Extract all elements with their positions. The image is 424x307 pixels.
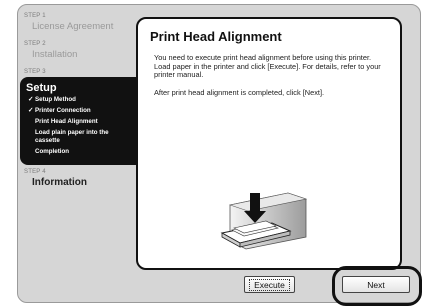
execute-button[interactable]: Execute xyxy=(244,276,295,293)
step-item-printer-connection: ✓ Printer Connection xyxy=(26,107,132,115)
check-icon: ✓ xyxy=(28,96,34,103)
content-panel: Print Head Alignment You need to execute… xyxy=(136,17,402,270)
next-instruction-text: After print head alignment is completed,… xyxy=(154,87,325,97)
next-button[interactable]: Next xyxy=(342,276,410,293)
step4-heading: STEP 4 xyxy=(24,169,46,175)
step-item-print-head-alignment: Print Head Alignment xyxy=(35,118,98,125)
instruction-text: You need to execute print head alignment… xyxy=(154,53,381,80)
step2-label: Installation xyxy=(32,49,78,60)
printer-paper-insert-icon xyxy=(220,192,308,250)
execute-button-label: Execute xyxy=(249,278,290,291)
step3-heading: STEP 3 xyxy=(24,69,46,75)
setup-title: Setup xyxy=(26,82,57,94)
installer-window: STEP 1 License Agreement STEP 2 Installa… xyxy=(17,4,422,306)
step2-heading: STEP 2 xyxy=(24,41,46,47)
step-item-label: Printer Connection xyxy=(35,107,91,114)
step-item-load-paper: Load plain paper into the cassette xyxy=(35,129,109,144)
step1-label: License Agreement xyxy=(32,21,114,32)
page-title: Print Head Alignment xyxy=(150,29,282,44)
check-icon: ✓ xyxy=(28,107,34,114)
setup-step-panel: Setup ✓ Setup Method ✓ Printer Connection … xyxy=(20,77,140,165)
step-item-completion: Completion xyxy=(35,148,70,155)
step-item-setup-method: ✓ Setup Method xyxy=(26,96,132,104)
step4-label: Information xyxy=(32,177,87,188)
step1-heading: STEP 1 xyxy=(24,13,46,19)
next-button-label: Next xyxy=(367,279,385,290)
steps-sidebar: STEP 1 License Agreement STEP 2 Installa… xyxy=(18,13,140,197)
step-item-label: Setup Method xyxy=(35,96,76,103)
